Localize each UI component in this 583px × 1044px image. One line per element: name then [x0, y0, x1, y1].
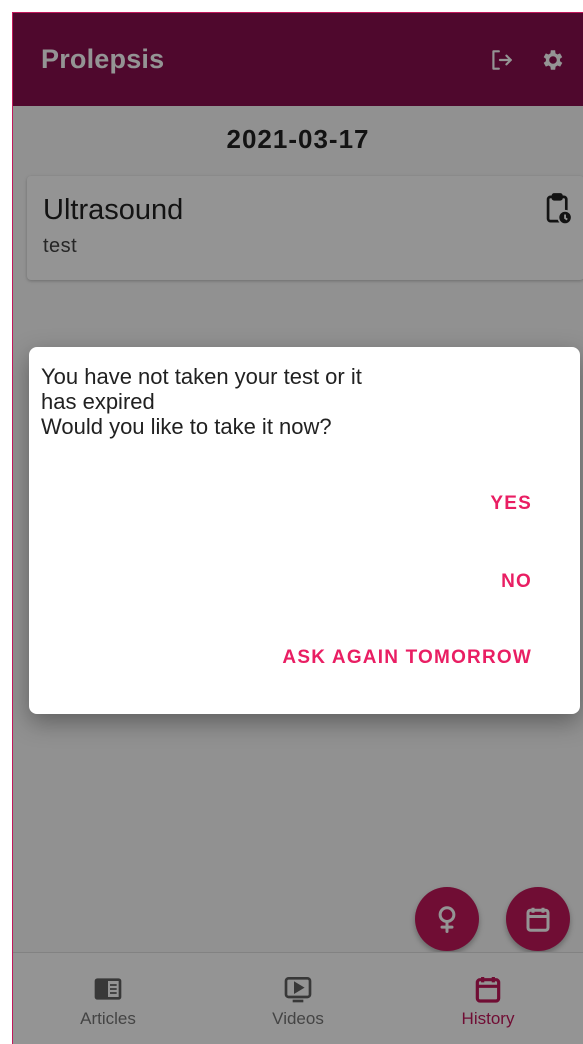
ask-again-tomorrow-button[interactable]: ASK AGAIN TOMORROW	[282, 641, 532, 675]
dialog-message-line: has expired	[41, 389, 155, 414]
app-frame: Prolepsis 2021-03-17 Ultrasound test Art…	[12, 12, 583, 1044]
dialog-message-line: You have not taken your test or it	[41, 364, 362, 389]
yes-button[interactable]: YES	[490, 487, 532, 521]
test-reminder-dialog: You have not taken your test or it has e…	[29, 347, 580, 714]
no-button[interactable]: NO	[501, 565, 532, 599]
dialog-message-line: Would you like to take it now?	[41, 414, 332, 439]
dialog-message: You have not taken your test or it has e…	[41, 364, 560, 439]
